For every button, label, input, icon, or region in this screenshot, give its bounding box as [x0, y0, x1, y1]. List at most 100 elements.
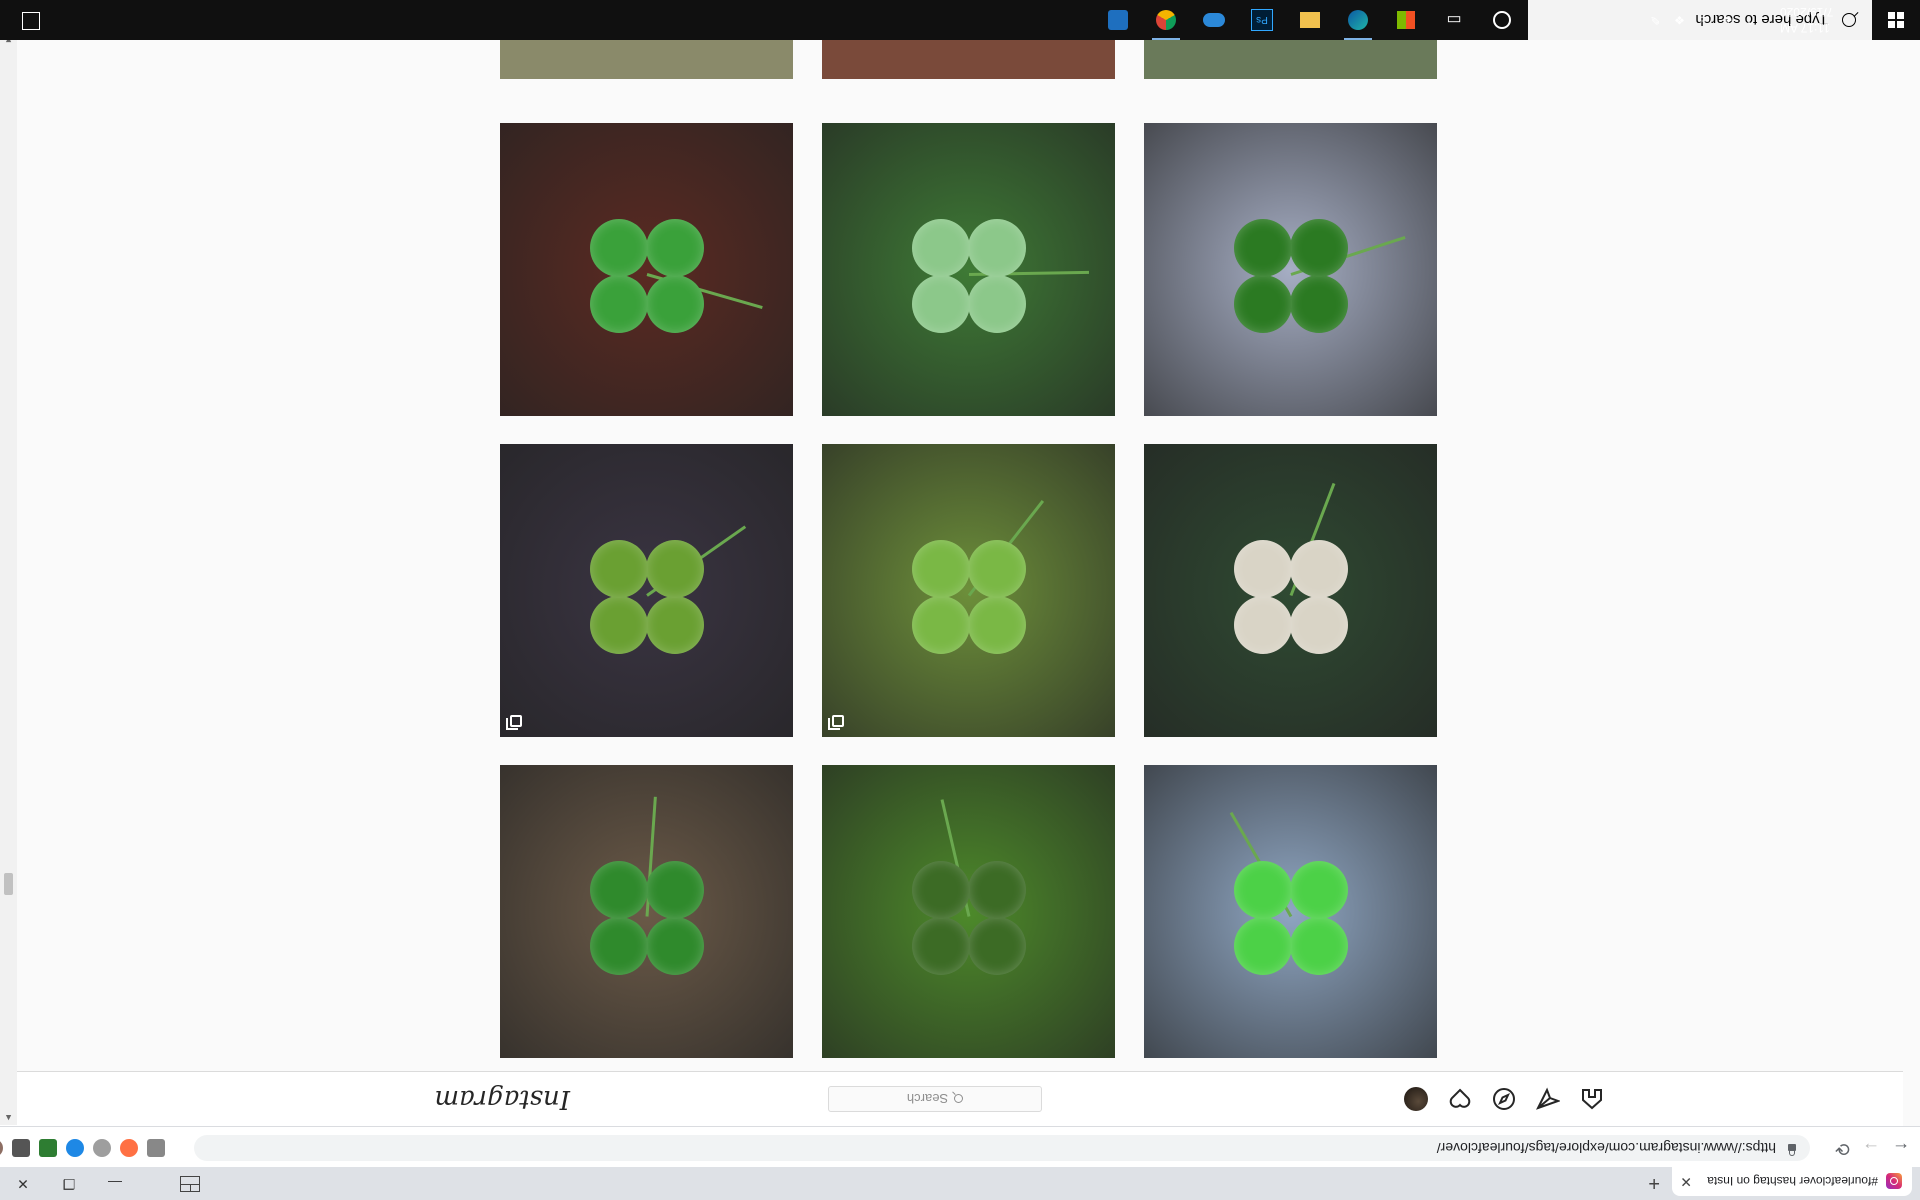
- multiple-photos-icon: [832, 715, 844, 727]
- close-window-button[interactable]: ✕: [0, 1167, 46, 1200]
- active-app-indicator: [1152, 38, 1180, 40]
- photoshop-icon[interactable]: Ps: [1248, 6, 1276, 34]
- post-thumbnail[interactable]: [1144, 765, 1437, 1058]
- clover-leaf: [1234, 219, 1292, 277]
- clover-leaf: [912, 540, 970, 598]
- windows-taskbar: Type here to search ▭ Ps ⌃ 🔊︎ ▭ ❖ ✎ 11:1…: [0, 0, 1920, 40]
- clover-leaf: [646, 275, 704, 333]
- clover-leaf: [968, 861, 1026, 919]
- microsoft-store-icon[interactable]: [1392, 6, 1420, 34]
- post-thumbnail[interactable]: [500, 123, 793, 416]
- clover-leaf: [590, 861, 648, 919]
- clover-leaf: [1234, 917, 1292, 975]
- extensions-puzzle-icon[interactable]: [12, 1139, 30, 1157]
- clover-leaf: [590, 540, 648, 598]
- clover-leaf: [646, 861, 704, 919]
- search-icon: [954, 1094, 964, 1104]
- multiple-photos-icon: [510, 715, 522, 727]
- edge-browser-icon[interactable]: [1344, 6, 1372, 34]
- instagram-favicon-icon: [1886, 1173, 1902, 1190]
- cortana-icon[interactable]: [1488, 6, 1516, 34]
- clover-leaf: [590, 275, 648, 333]
- system-tray: ⌃ 🔊︎ ▭ ❖ ✎: [1650, 0, 1756, 40]
- clover-leaf: [590, 596, 648, 654]
- page-scrollbar[interactable]: ▲ ▼: [0, 33, 17, 1125]
- search-placeholder: Search: [906, 1091, 949, 1107]
- show-hidden-icons-chevron-icon[interactable]: ⌃: [1746, 13, 1756, 27]
- profile-avatar-icon[interactable]: [1404, 1087, 1428, 1111]
- extension-green-icon[interactable]: [39, 1139, 57, 1157]
- profile-avatar[interactable]: Z: [0, 1139, 3, 1157]
- battery-icon[interactable]: ▭: [1699, 13, 1710, 27]
- rotated-screen: #fourleafclover hashtag on Insta ✕ + — ❐…: [0, 0, 1920, 1200]
- pen-icon[interactable]: ✎: [1650, 13, 1660, 27]
- browser-tab[interactable]: #fourleafclover hashtag on Insta ✕: [1672, 1167, 1912, 1196]
- task-view-icon[interactable]: ▭: [1440, 6, 1468, 34]
- direct-message-icon[interactable]: [1536, 1087, 1560, 1111]
- clover-leaf: [968, 275, 1026, 333]
- clover-leaf: [1234, 861, 1292, 919]
- clover-leaf: [1290, 275, 1348, 333]
- clover-leaf: [912, 219, 970, 277]
- instagram-header: Instagram Search: [0, 1071, 1903, 1126]
- settings-gear-icon[interactable]: [1104, 6, 1132, 34]
- onedrive-icon[interactable]: [1200, 6, 1228, 34]
- minimize-button[interactable]: —: [92, 1167, 138, 1200]
- post-thumbnail[interactable]: [500, 765, 793, 1058]
- scrollbar-thumb[interactable]: [4, 873, 13, 895]
- post-thumbnail-partial[interactable]: [500, 39, 793, 79]
- window-controls: — ❐ ✕: [0, 1167, 138, 1200]
- clover-leaf: [646, 540, 704, 598]
- active-app-indicator: [1344, 38, 1372, 40]
- activity-heart-icon[interactable]: [1448, 1087, 1472, 1111]
- layout-icon[interactable]: [180, 1176, 200, 1192]
- extension-blue-icon[interactable]: [66, 1139, 84, 1157]
- clover-leaf: [1290, 861, 1348, 919]
- chrome-icon[interactable]: [1152, 6, 1180, 34]
- post-thumbnail[interactable]: [1144, 123, 1437, 416]
- clock-time: 11:17 AM: [1780, 21, 1830, 35]
- clover-leaf: [646, 917, 704, 975]
- clover-leaf: [1234, 596, 1292, 654]
- post-thumbnail[interactable]: [1144, 444, 1437, 737]
- restore-button[interactable]: ❐: [46, 1167, 92, 1200]
- volume-icon[interactable]: 🔊︎: [1724, 13, 1732, 28]
- post-thumbnail[interactable]: [500, 444, 793, 737]
- file-explorer-icon[interactable]: [1296, 6, 1324, 34]
- extension-icon[interactable]: [147, 1139, 165, 1157]
- back-arrow-icon[interactable]: ←: [1892, 1138, 1910, 1159]
- scroll-up-arrow-icon[interactable]: ▲: [4, 1113, 13, 1123]
- clover-leaf: [1290, 596, 1348, 654]
- post-thumbnail-partial[interactable]: [1144, 39, 1437, 79]
- address-bar[interactable]: https://www.instagram.com/explore/tags/f…: [194, 1135, 1810, 1161]
- post-thumbnail-partial[interactable]: [822, 39, 1115, 79]
- post-thumbnail[interactable]: [822, 765, 1115, 1058]
- home-icon[interactable]: [1580, 1087, 1604, 1111]
- clover-leaf: [1290, 219, 1348, 277]
- reload-icon[interactable]: ⟳: [1835, 1138, 1850, 1159]
- start-button[interactable]: [1872, 0, 1920, 40]
- address-bar-url: https://www.instagram.com/explore/tags/f…: [1436, 1140, 1776, 1156]
- dropbox-icon[interactable]: ❖: [1674, 13, 1685, 27]
- clover-leaf: [1234, 275, 1292, 333]
- post-thumbnail[interactable]: [822, 444, 1115, 737]
- clover-leaf: [912, 861, 970, 919]
- action-center-icon[interactable]: [22, 12, 40, 30]
- tab-close-icon[interactable]: ✕: [1680, 1173, 1692, 1190]
- windows-logo-icon: [1888, 12, 1904, 28]
- explore-compass-icon[interactable]: [1492, 1087, 1516, 1111]
- new-tab-button[interactable]: +: [1648, 1171, 1660, 1194]
- extension-grey-icon[interactable]: [93, 1139, 111, 1157]
- instagram-search-input[interactable]: Search: [828, 1086, 1042, 1112]
- clover-leaf: [1290, 917, 1348, 975]
- forward-arrow-icon[interactable]: →: [1862, 1138, 1880, 1159]
- extension-orange-icon[interactable]: [120, 1139, 138, 1157]
- clover-leaf: [1234, 540, 1292, 598]
- instagram-logo[interactable]: Instagram: [434, 1084, 570, 1114]
- clover-leaf: [912, 596, 970, 654]
- post-thumbnail[interactable]: [822, 123, 1115, 416]
- taskbar-clock[interactable]: 11:17 AM 7/19/2020: [1780, 4, 1833, 36]
- clover-leaf: [912, 275, 970, 333]
- clover-leaf: [590, 219, 648, 277]
- clover-leaf: [968, 596, 1026, 654]
